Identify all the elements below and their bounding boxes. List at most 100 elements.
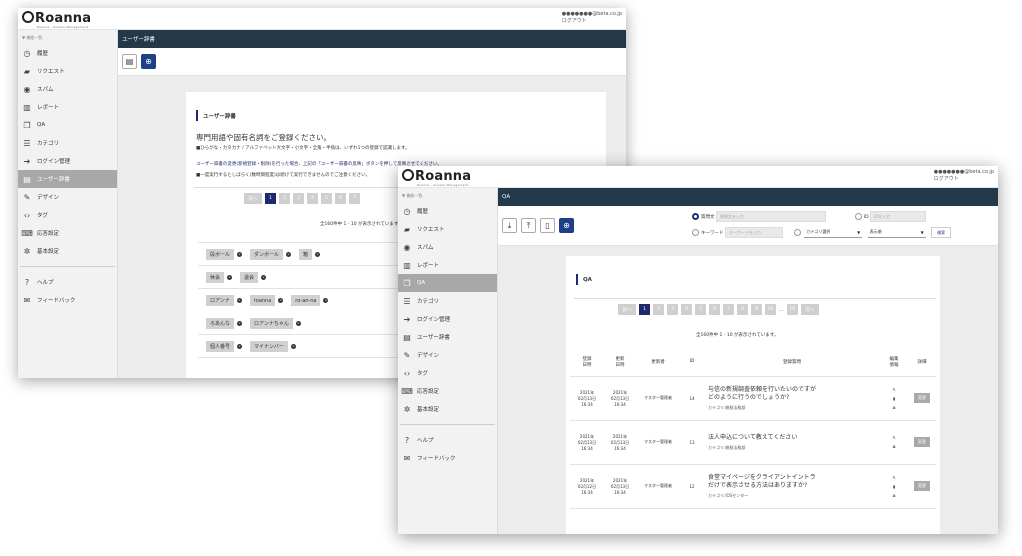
sidebar-item-settings[interactable]: ✲ 基本設定 — [18, 242, 117, 260]
sidebar-item-settings[interactable]: ✲ 基本設定 — [398, 400, 497, 418]
sidebar-item-help[interactable]: ? ヘルプ — [398, 431, 497, 449]
search-button[interactable]: 検索 — [931, 227, 952, 238]
download-button[interactable]: ⤓ — [502, 218, 517, 233]
sidebar-item-design[interactable]: ✎ デザイン — [398, 346, 497, 364]
page-button[interactable]: 1 — [639, 304, 650, 315]
list-detail-icon[interactable]: ≣ — [880, 491, 908, 500]
sidebar-item-feedback[interactable]: ✉ フィードバック — [398, 449, 497, 467]
remove-circle-icon[interactable]: × — [261, 274, 267, 280]
add-button[interactable]: ⊕ — [141, 54, 156, 69]
remove-circle-icon[interactable]: × — [227, 274, 233, 280]
remove-circle-icon[interactable]: × — [286, 251, 292, 257]
remove-circle-icon[interactable]: × — [278, 298, 284, 303]
edit-info-cell: ✎ ▮ ≣ — [880, 464, 908, 509]
file-icon[interactable]: ▮ — [880, 482, 908, 491]
remove-circle-icon[interactable]: × — [315, 251, 321, 257]
question-text[interactable]: 法人申込について教えてください — [708, 434, 880, 442]
edit-icon[interactable]: ✎ — [880, 473, 908, 482]
sidebar-item-tag[interactable]: ‹› タグ — [18, 206, 117, 224]
page-button[interactable]: 3 — [667, 304, 678, 315]
sidebar-item-qa[interactable]: ❐ QA — [398, 274, 497, 292]
page-button[interactable]: 10 — [765, 304, 776, 315]
sidebar-item-spam[interactable]: ◉ スパム — [18, 80, 117, 98]
add-button[interactable]: ⊕ — [559, 218, 574, 233]
remove-circle-icon[interactable]: × — [237, 320, 243, 326]
sidebar-item-report[interactable]: ▥ レポート — [398, 256, 497, 274]
page-button[interactable]: 2 — [653, 304, 664, 315]
logout-link[interactable]: ログアウト — [934, 176, 994, 183]
remove-circle-icon[interactable]: × — [237, 343, 243, 349]
question-text[interactable]: 与信の新規調査依頼を行いたいのですが どのように行うのでしょうか? — [708, 386, 880, 402]
remove-circle-icon[interactable]: × — [237, 251, 243, 257]
id-search-input[interactable]: IDを入力 — [870, 211, 927, 222]
logo-mark-icon — [22, 11, 34, 23]
remove-circle-icon[interactable]: × — [295, 320, 301, 326]
page-button[interactable]: 2 — [279, 193, 290, 204]
sidebar-item-category[interactable]: ☰ カテゴリ — [398, 292, 497, 310]
change-button[interactable]: 変更 — [914, 481, 930, 491]
dictionary-apply-button[interactable]: ▤ — [122, 54, 137, 69]
page-button[interactable]: 5 — [321, 193, 332, 204]
remove-circle-icon[interactable]: × — [323, 298, 329, 303]
sidebar-item-feedback[interactable]: ✉ フィードバック — [18, 291, 117, 309]
page-button[interactable]: 1 — [265, 193, 276, 204]
page-button[interactable]: 3 — [293, 193, 304, 204]
logout-link[interactable]: ログアウト — [562, 18, 622, 25]
id-radio[interactable] — [854, 213, 862, 220]
sidebar-item-login[interactable]: ➔ ログイン管理 — [398, 310, 497, 328]
page-button[interactable]: 6 — [709, 304, 720, 315]
document-button[interactable]: ▯ — [540, 218, 555, 233]
list-detail-icon[interactable]: ≣ — [880, 403, 908, 412]
edit-icon[interactable]: ✎ — [880, 385, 908, 394]
change-button[interactable]: 変更 — [914, 437, 930, 447]
keyword-radio[interactable] — [692, 229, 699, 236]
sidebar-item-design[interactable]: ✎ デザイン — [18, 188, 117, 206]
sidebar-item-history[interactable]: ◷ 履歴 — [398, 202, 497, 220]
page-button[interactable]: 4 — [681, 304, 692, 315]
remove-circle-icon[interactable]: × — [236, 298, 242, 303]
page-button[interactable]: 16 — [786, 304, 798, 315]
sidebar-item-report[interactable]: ▥ レポート — [18, 98, 117, 116]
order-select-value: 表示順 — [869, 229, 882, 234]
question-search-input[interactable]: 質問文を入力 — [715, 211, 826, 222]
page-button[interactable]: 6 — [335, 193, 346, 204]
category-select[interactable]: カテゴリ選択 ▼ — [804, 227, 863, 238]
page-next-button[interactable]: 次へ — [800, 304, 819, 315]
section-title: ユーザー辞書 — [196, 110, 236, 121]
page-button[interactable]: 8 — [737, 304, 748, 315]
sidebar-item-tag[interactable]: ‹› タグ — [398, 364, 497, 382]
sidebar-item-history[interactable]: ◷ 履歴 — [18, 44, 117, 62]
sidebar-item-login[interactable]: ➔ ログイン管理 — [18, 152, 117, 170]
sidebar-item-spam[interactable]: ◉ スパム — [398, 238, 497, 256]
change-button[interactable]: 変更 — [914, 393, 930, 403]
sidebar-item-user-dictionary[interactable]: ▤ ユーザー辞書 — [18, 170, 117, 188]
question-text[interactable]: 食堂マイページをクライアントイントラ だけで表示させる方法はありますか? — [708, 474, 880, 490]
page-prev-button[interactable]: 前へ — [618, 304, 636, 315]
category-radio[interactable] — [793, 229, 801, 236]
file-icon[interactable]: ▮ — [880, 394, 908, 403]
roanna-logo[interactable]: Roanna Roanna - Answer Management — [402, 169, 471, 187]
sidebar-item-qa[interactable]: ❐ QA — [18, 116, 117, 134]
question-radio[interactable] — [692, 213, 699, 220]
sidebar-item-request[interactable]: ▰ リクエスト — [398, 220, 497, 238]
page-button[interactable]: 5 — [695, 304, 706, 315]
edit-icon[interactable]: ✎ — [880, 433, 908, 442]
roanna-logo[interactable]: Roanna Roanna - Answer Management — [22, 11, 91, 29]
page-prev-button[interactable]: 前へ — [244, 193, 262, 204]
login-icon: ➔ — [23, 156, 31, 166]
sidebar-item-help[interactable]: ? ヘルプ — [18, 273, 117, 291]
page-button[interactable]: 4 — [307, 193, 318, 204]
upload-button[interactable]: ⤒ — [521, 218, 536, 233]
page-button[interactable]: 7 — [723, 304, 734, 315]
keyword-search-input[interactable]: キーワードを入力 — [724, 227, 783, 238]
remove-circle-icon[interactable]: × — [290, 343, 296, 349]
sidebar-item-response[interactable]: ⌨ 応答設定 — [18, 224, 117, 242]
sidebar-item-user-dictionary[interactable]: ▤ ユーザー辞書 — [398, 328, 497, 346]
list-detail-icon[interactable]: ≣ — [880, 442, 908, 451]
order-select[interactable]: 表示順 ▼ — [867, 227, 926, 238]
page-button[interactable]: 9 — [751, 304, 762, 315]
sidebar-item-category[interactable]: ☰ カテゴリ — [18, 134, 117, 152]
sidebar-item-request[interactable]: ▰ リクエスト — [18, 62, 117, 80]
sidebar-item-response[interactable]: ⌨ 応答設定 — [398, 382, 497, 400]
page-button[interactable]: 7 — [349, 193, 360, 204]
